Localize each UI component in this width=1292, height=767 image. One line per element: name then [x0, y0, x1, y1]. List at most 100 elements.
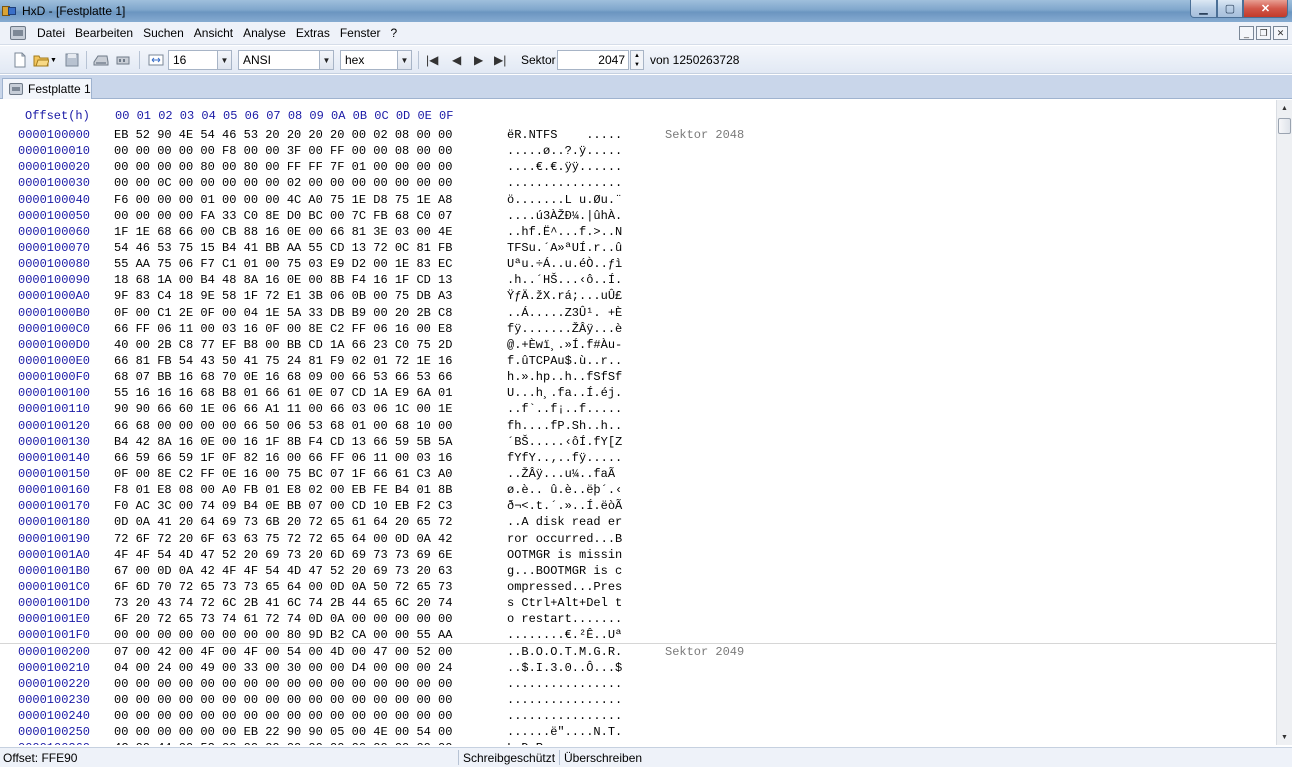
row-ascii[interactable]: .h..´HŠ...‹ô..Í. — [507, 272, 622, 288]
row-ascii[interactable]: ..A disk read er — [507, 514, 622, 530]
mdi-restore-button[interactable]: ❐ — [1256, 26, 1271, 40]
vertical-scrollbar[interactable]: ▲ ▼ — [1276, 100, 1292, 745]
row-hex-bytes[interactable]: 54 46 53 75 15 B4 41 BB AA 55 CD 13 72 0… — [114, 240, 452, 256]
row-ascii[interactable]: Uªu.÷Á..u.éÒ..ƒì — [507, 256, 622, 272]
menu-help[interactable]: ? — [386, 26, 403, 40]
sector-input[interactable]: 2047 — [557, 50, 629, 70]
row-hex-bytes[interactable]: 68 07 BB 16 68 70 0E 16 68 09 00 66 53 6… — [114, 369, 452, 385]
chevron-down-icon[interactable]: ▼ — [319, 51, 333, 69]
row-hex-bytes[interactable]: 00 00 00 00 00 00 00 00 00 00 00 00 00 0… — [114, 708, 452, 724]
row-hex-bytes[interactable]: 66 81 FB 54 43 50 41 75 24 81 F9 02 01 7… — [114, 353, 452, 369]
row-ascii[interactable]: ......ë"....N.T. — [507, 724, 622, 740]
row-ascii[interactable]: fYfY..‚..fÿ..... — [507, 450, 622, 466]
scrollbar-thumb[interactable] — [1278, 118, 1291, 134]
row-ascii[interactable]: fh....fP.Sh..h.. — [507, 418, 622, 434]
row-hex-bytes[interactable]: 00 00 00 00 00 00 EB 22 90 90 05 00 4E 0… — [114, 724, 452, 740]
open-dropdown-icon[interactable]: ▼ — [50, 57, 57, 64]
row-ascii[interactable]: ror occurred...B — [507, 531, 622, 547]
row-hex-bytes[interactable]: 73 20 43 74 72 6C 2B 41 6C 74 2B 44 65 6… — [114, 595, 452, 611]
row-ascii[interactable]: ..f`..f¡..f..... — [507, 401, 622, 417]
row-hex-bytes[interactable]: 40 00 2B C8 77 EF B8 00 BB CD 1A 66 23 C… — [114, 337, 452, 353]
row-ascii[interactable]: fÿ.......ŽÂÿ...è — [507, 321, 622, 337]
row-ascii[interactable]: o restart....... — [507, 611, 622, 627]
row-hex-bytes[interactable]: 55 AA 75 06 F7 C1 01 00 75 03 E9 D2 00 1… — [114, 256, 452, 272]
row-ascii[interactable]: s Ctrl+Alt+Del t — [507, 595, 622, 611]
row-ascii[interactable]: OOTMGR is missin — [507, 547, 622, 563]
row-hex-bytes[interactable]: 6F 20 72 65 73 74 61 72 74 0D 0A 00 00 0… — [114, 611, 452, 627]
row-ascii[interactable]: ŸƒÄ.žX.rá;...uÛ£ — [507, 288, 622, 304]
row-ascii[interactable]: ..B.O.O.T.M.G.R. — [507, 644, 622, 660]
row-hex-bytes[interactable]: 00 00 00 00 FA 33 C0 8E D0 BC 00 7C FB 6… — [114, 208, 452, 224]
row-hex-bytes[interactable]: 55 16 16 16 68 B8 01 66 61 0E 07 CD 1A E… — [114, 385, 452, 401]
close-button[interactable]: ✕ — [1243, 0, 1288, 18]
row-ascii[interactable]: h.».hp..h..fSfSf — [507, 369, 622, 385]
row-hex-bytes[interactable]: 00 00 00 00 00 00 00 00 00 00 00 00 00 0… — [114, 676, 452, 692]
row-hex-bytes[interactable]: 00 00 00 00 80 00 80 00 FF FF 7F 01 00 0… — [114, 159, 452, 175]
last-sector-button[interactable]: ▶| — [494, 51, 506, 69]
row-ascii[interactable]: ..$.I.3.0..Ô...$ — [507, 660, 622, 676]
previous-sector-button[interactable]: ◀ — [452, 51, 461, 69]
bytes-per-row-button[interactable] — [148, 51, 164, 69]
charset-select[interactable]: ANSI ▼ — [238, 50, 334, 70]
status-insert-mode[interactable]: Überschreiben — [564, 751, 642, 765]
row-ascii[interactable]: U...h¸.fa..Í.éj. — [507, 385, 622, 401]
row-ascii[interactable]: ompressed...Pres — [507, 579, 622, 595]
row-hex-bytes[interactable]: F8 01 E8 08 00 A0 FB 01 E8 02 00 EB FE B… — [114, 482, 452, 498]
row-hex-bytes[interactable]: 6F 6D 70 72 65 73 73 65 64 00 0D 0A 50 7… — [114, 579, 452, 595]
row-ascii[interactable]: ....ú3ÀŽĐ¼.|ûhÀ. — [507, 208, 622, 224]
menu-bearbeiten[interactable]: Bearbeiten — [70, 26, 138, 40]
row-ascii[interactable]: ëR.NTFS ..... — [507, 127, 622, 143]
row-ascii[interactable]: ................ — [507, 692, 622, 708]
row-ascii[interactable]: ................ — [507, 175, 622, 191]
menu-suchen[interactable]: Suchen — [138, 26, 189, 40]
scroll-down-icon[interactable]: ▼ — [1277, 729, 1292, 745]
row-hex-bytes[interactable]: 67 00 0D 0A 42 4F 4F 54 4D 47 52 20 69 7… — [114, 563, 452, 579]
row-ascii[interactable]: ....€.€.ÿÿ...... — [507, 159, 622, 175]
row-hex-bytes[interactable]: F6 00 00 00 01 00 00 00 4C A0 75 1E D8 7… — [114, 192, 452, 208]
row-hex-bytes[interactable]: 4F 4F 54 4D 47 52 20 69 73 20 6D 69 73 7… — [114, 547, 452, 563]
open-ram-button[interactable] — [115, 51, 131, 69]
row-hex-bytes[interactable]: 00 00 00 00 00 F8 00 00 3F 00 FF 00 00 0… — [114, 143, 452, 159]
maximize-button[interactable]: ▢ — [1217, 0, 1243, 18]
new-file-button[interactable] — [12, 51, 28, 69]
sector-spinner[interactable]: ▲ ▼ — [630, 50, 644, 70]
hex-editor[interactable]: Offset(h) 00 01 02 03 04 05 06 07 08 09 … — [0, 100, 1276, 745]
open-disk-button[interactable] — [93, 51, 109, 69]
row-hex-bytes[interactable]: 0D 0A 41 20 64 69 73 6B 20 72 65 61 64 2… — [114, 514, 452, 530]
row-ascii[interactable]: L.D.R........... — [507, 740, 622, 745]
spin-down-icon[interactable]: ▼ — [634, 62, 640, 68]
menu-extras[interactable]: Extras — [291, 26, 335, 40]
display-mode-select[interactable]: hex ▼ — [340, 50, 412, 70]
row-ascii[interactable]: ..Á.....Z3Û¹. +È — [507, 305, 622, 321]
row-hex-bytes[interactable]: 66 FF 06 11 00 03 16 0F 00 8E C2 FF 06 1… — [114, 321, 452, 337]
row-ascii[interactable]: ..ŽÂÿ...u¼..faÃ — [507, 466, 622, 482]
row-hex-bytes[interactable]: 07 00 42 00 4F 00 4F 00 54 00 4D 00 47 0… — [114, 644, 452, 660]
row-hex-bytes[interactable]: 4C 00 44 00 52 00 00 00 00 00 00 00 00 0… — [114, 740, 452, 745]
menu-datei[interactable]: Datei — [32, 26, 70, 40]
row-hex-bytes[interactable]: 72 6F 72 20 6F 63 63 75 72 72 65 64 00 0… — [114, 531, 452, 547]
save-button[interactable] — [64, 51, 80, 69]
menu-fenster[interactable]: Fenster — [335, 26, 386, 40]
menu-ansicht[interactable]: Ansicht — [189, 26, 238, 40]
row-hex-bytes[interactable]: EB 52 90 4E 54 46 53 20 20 20 20 00 02 0… — [114, 127, 452, 143]
row-ascii[interactable]: ø.è.. û.è..ëþ´.‹ — [507, 482, 622, 498]
row-hex-bytes[interactable]: 0F 00 C1 2E 0F 00 04 1E 5A 33 DB B9 00 2… — [114, 305, 452, 321]
chevron-down-icon[interactable]: ▼ — [397, 51, 411, 69]
spin-up-icon[interactable]: ▲ — [634, 53, 640, 59]
menu-analyse[interactable]: Analyse — [238, 26, 291, 40]
row-ascii[interactable]: ..hf.Ë^...f.>..N — [507, 224, 622, 240]
row-ascii[interactable]: ................ — [507, 676, 622, 692]
chevron-down-icon[interactable]: ▼ — [217, 51, 231, 69]
next-sector-button[interactable]: ▶ — [474, 51, 483, 69]
row-hex-bytes[interactable]: 66 59 66 59 1F 0F 82 16 00 66 FF 06 11 0… — [114, 450, 452, 466]
row-ascii[interactable]: ................ — [507, 708, 622, 724]
row-ascii[interactable]: ð¬<.t.´.»..Í.ëòÃ — [507, 498, 622, 514]
row-hex-bytes[interactable]: 00 00 0C 00 00 00 00 00 02 00 00 00 00 0… — [114, 175, 452, 191]
row-hex-bytes[interactable]: 04 00 24 00 49 00 33 00 30 00 00 D4 00 0… — [114, 660, 452, 676]
row-hex-bytes[interactable]: 66 68 00 00 00 00 66 50 06 53 68 01 00 6… — [114, 418, 452, 434]
row-hex-bytes[interactable]: 1F 1E 68 66 00 CB 88 16 0E 00 66 81 3E 0… — [114, 224, 452, 240]
row-hex-bytes[interactable]: 00 00 00 00 00 00 00 00 80 9D B2 CA 00 0… — [114, 627, 452, 643]
row-ascii[interactable]: TFSu.´A»ªUÍ.r..û — [507, 240, 622, 256]
row-hex-bytes[interactable]: F0 AC 3C 00 74 09 B4 0E BB 07 00 CD 10 E… — [114, 498, 452, 514]
row-ascii[interactable]: f.ûTCPAu$.ù..r.. — [507, 353, 622, 369]
